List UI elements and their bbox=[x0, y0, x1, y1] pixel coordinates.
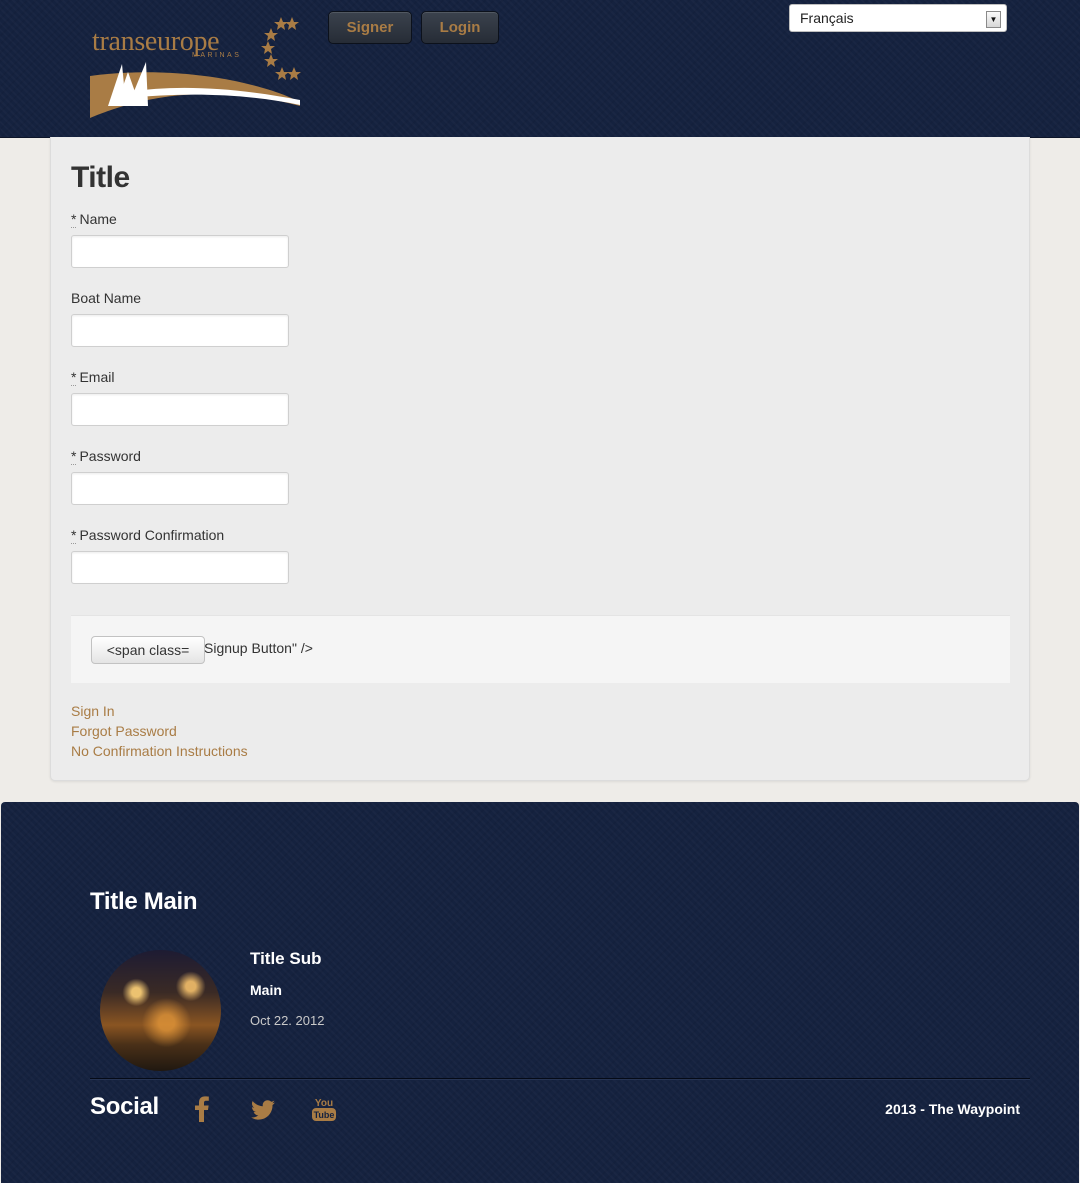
facebook-icon[interactable] bbox=[194, 1096, 210, 1122]
footer-title: Title Main bbox=[90, 888, 198, 915]
page-title: Title bbox=[71, 161, 130, 194]
required-marker: * bbox=[71, 448, 77, 465]
site-footer: Title Main Title Sub Main Oct 22. 2012 S… bbox=[1, 802, 1079, 1183]
email-field[interactable] bbox=[71, 393, 289, 426]
name-field[interactable] bbox=[71, 235, 289, 268]
svg-text:Tube: Tube bbox=[314, 1110, 335, 1120]
password-label: * Password bbox=[71, 448, 141, 465]
post-main: Main bbox=[250, 982, 282, 998]
sign-in-link[interactable]: Sign In bbox=[71, 703, 115, 719]
no-confirmation-instructions-link[interactable]: No Confirmation Instructions bbox=[71, 743, 248, 759]
post-title[interactable]: Title Sub bbox=[250, 949, 321, 969]
logo-subtext: MARINAS bbox=[192, 52, 242, 59]
post-date: Oct 22. 2012 bbox=[250, 1013, 325, 1028]
required-marker: * bbox=[71, 527, 77, 544]
signup-button[interactable]: <span class= bbox=[91, 636, 205, 664]
boat-name-field[interactable] bbox=[71, 314, 289, 347]
social-title: Social bbox=[90, 1093, 159, 1120]
signup-button-trailing-text: Signup Button" /> bbox=[204, 640, 313, 656]
login-button[interactable]: Login bbox=[421, 11, 499, 44]
language-select[interactable]: Français ▼ bbox=[789, 4, 1007, 32]
password-confirmation-field[interactable] bbox=[71, 551, 289, 584]
required-marker: * bbox=[71, 211, 77, 228]
twitter-icon[interactable] bbox=[250, 1100, 276, 1120]
copyright-text: 2013 - The Waypoint bbox=[885, 1101, 1020, 1117]
forgot-password-link[interactable]: Forgot Password bbox=[71, 723, 177, 739]
footer-divider bbox=[90, 1078, 1030, 1080]
password-confirmation-label-text: Password Confirmation bbox=[79, 527, 225, 543]
password-label-text: Password bbox=[79, 448, 141, 464]
site-header: transeurope MARINAS Signer Login Françai… bbox=[0, 0, 1080, 138]
post-thumbnail[interactable] bbox=[100, 950, 221, 1071]
signer-button[interactable]: Signer bbox=[328, 11, 412, 44]
password-confirmation-label: * Password Confirmation bbox=[71, 527, 225, 544]
name-label-text: Name bbox=[79, 211, 117, 227]
transeurope-marinas-logo[interactable]: transeurope MARINAS bbox=[88, 14, 302, 124]
svg-text:You: You bbox=[315, 1098, 333, 1109]
email-label-text: Email bbox=[79, 369, 115, 385]
signup-panel: Title * Name Boat Name * Email * Password *… bbox=[50, 137, 1030, 781]
chevron-down-icon: ▼ bbox=[986, 11, 1001, 28]
name-label: * Name bbox=[71, 211, 117, 228]
boat-name-label: Boat Name bbox=[71, 290, 142, 306]
password-field[interactable] bbox=[71, 472, 289, 505]
language-select-value: Français bbox=[800, 10, 854, 26]
required-marker: * bbox=[71, 369, 77, 386]
email-label: * Email bbox=[71, 369, 115, 386]
form-actions: <span class= Signup Button" /> bbox=[71, 615, 1010, 683]
youtube-icon[interactable]: You Tube bbox=[311, 1096, 337, 1124]
